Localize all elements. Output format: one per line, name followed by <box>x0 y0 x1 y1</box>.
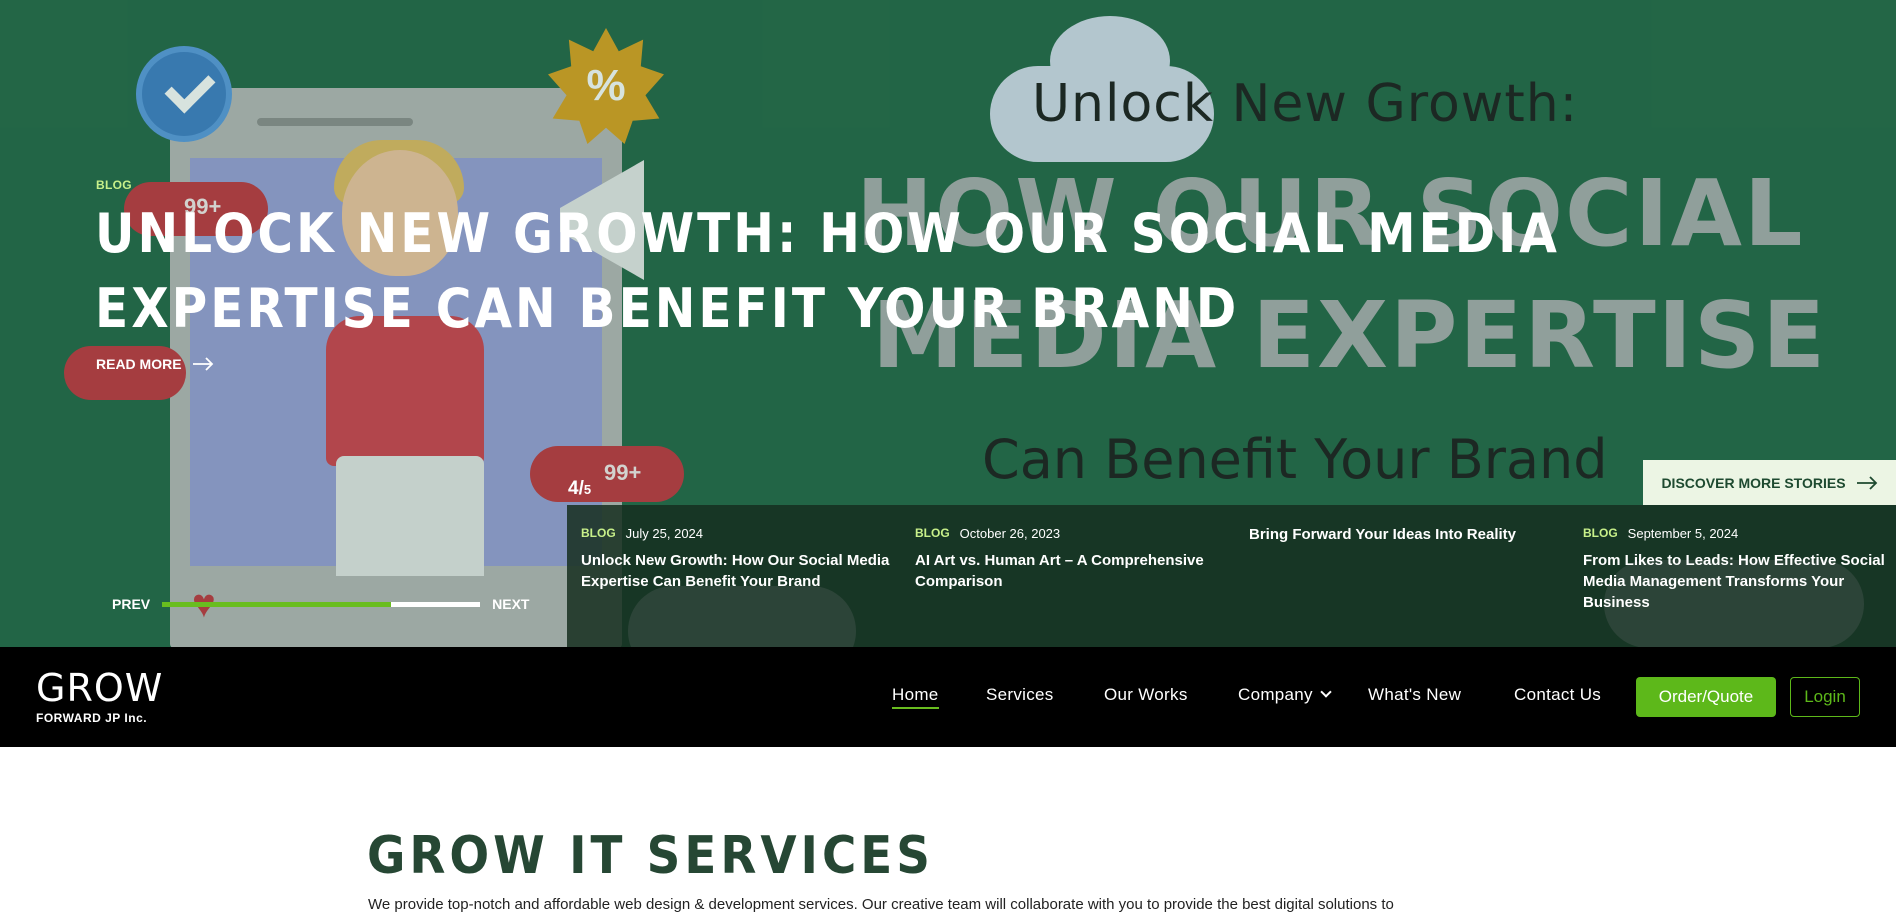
nav-item-services[interactable]: Services <box>986 685 1054 705</box>
nav-item-company[interactable]: Company <box>1238 685 1332 705</box>
story-meta: BLOG October 26, 2023 <box>915 524 1230 542</box>
chevron-down-icon <box>1320 686 1332 698</box>
hero-slider: % 99+ 99+ Unlock New Growth: HOW OUR SOC… <box>0 0 1896 647</box>
slide-counter-total: 5 <box>583 482 592 497</box>
story-title: Bring Forward Your Ideas Into Reality <box>1249 526 1516 543</box>
nav-item-home[interactable]: Home <box>892 685 939 709</box>
slider-progress-fill <box>162 601 392 607</box>
story-date: September 5, 2024 <box>1627 525 1739 541</box>
hero-category-tag: BLOG <box>96 178 132 192</box>
arrow-right-icon <box>192 357 213 371</box>
nav-item-whats-new[interactable]: What's New <box>1368 685 1461 705</box>
nav-item-our-works[interactable]: Our Works <box>1104 685 1188 705</box>
slide-counter: 4/5 <box>568 478 591 500</box>
slider-navigation: PREV NEXT <box>112 596 529 612</box>
story-date: October 26, 2023 <box>959 525 1061 541</box>
story-date: July 25, 2024 <box>625 525 704 541</box>
story-card[interactable]: BLOG July 25, 2024 Unlock New Growth: Ho… <box>581 524 896 592</box>
read-more-label: READ MORE <box>96 356 182 372</box>
story-tag: BLOG <box>1583 526 1618 540</box>
order-quote-button[interactable]: Order/Quote <box>1636 677 1776 717</box>
story-tag: BLOG <box>915 526 950 540</box>
slide-counter-current: 4 <box>568 478 579 499</box>
slider-progress-bar <box>162 601 481 607</box>
story-title: AI Art vs. Human Art – A Comprehensive C… <box>915 552 1204 590</box>
story-meta: BLOG July 25, 2024 <box>581 524 896 542</box>
story-title: Unlock New Growth: How Our Social Media … <box>581 552 890 590</box>
discover-label: DISCOVER MORE STORIES <box>1661 474 1846 491</box>
story-title: From Likes to Leads: How Effective Socia… <box>1583 552 1885 611</box>
prev-button[interactable]: PREV <box>112 596 150 612</box>
arrow-right-icon <box>1856 475 1877 490</box>
site-header: GROW FORWARD JP Inc. Home Services Our W… <box>0 647 1896 747</box>
story-meta: BLOG September 5, 2024 <box>1583 524 1896 542</box>
read-more-link[interactable]: READ MORE <box>96 356 214 372</box>
story-card[interactable]: BLOG October 26, 2023 AI Art vs. Human A… <box>915 524 1230 592</box>
login-button[interactable]: Login <box>1790 677 1860 717</box>
main-navigation: Home Services Our Works Company What's N… <box>0 647 1896 747</box>
nav-item-contact-us[interactable]: Contact Us <box>1514 685 1601 705</box>
nav-item-company-label: Company <box>1238 685 1313 704</box>
services-heading: GROW IT SERVICES <box>367 826 934 886</box>
story-tag: BLOG <box>581 526 616 540</box>
services-description: We provide top-notch and affordable web … <box>368 896 1394 913</box>
story-card[interactable]: Bring Forward Your Ideas Into Reality <box>1249 524 1564 545</box>
story-card[interactable]: BLOG September 5, 2024 From Likes to Lea… <box>1583 524 1896 613</box>
next-button[interactable]: NEXT <box>492 596 529 612</box>
discover-more-stories-button[interactable]: DISCOVER MORE STORIES <box>1643 460 1896 505</box>
hero-title: UNLOCK NEW GROWTH: HOW OUR SOCIAL MEDIA … <box>95 202 1560 340</box>
